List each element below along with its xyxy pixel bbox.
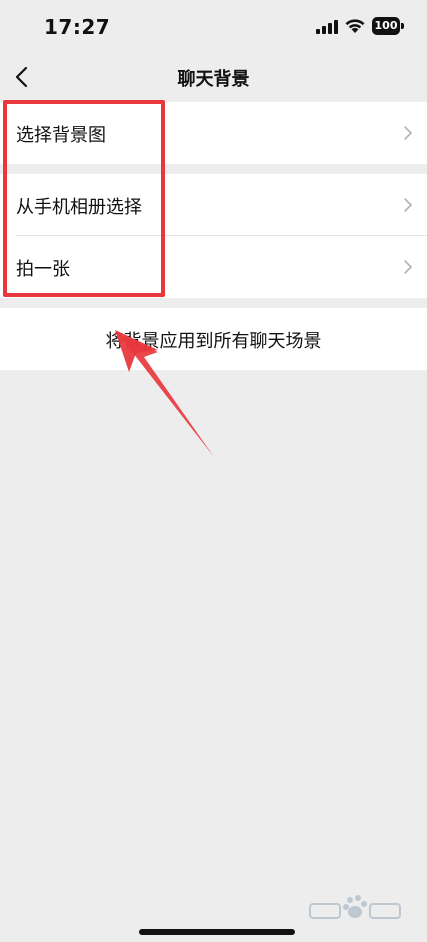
apply-to-all-chats-button[interactable]: 将背景应用到所有聊天场景 — [0, 308, 427, 370]
baidu-jingyan-logo — [309, 895, 401, 919]
status-bar: 17:27 100 — [0, 0, 427, 54]
apply-to-all-chats-label: 将背景应用到所有聊天场景 — [105, 331, 322, 352]
nav-bar: 聊天背景 — [0, 54, 427, 100]
chevron-right-icon — [404, 198, 412, 212]
settings-group: 将背景应用到所有聊天场景 — [0, 308, 427, 370]
status-time: 17:27 — [44, 15, 111, 39]
battery-level: 100 — [372, 17, 400, 35]
signal-icon — [316, 20, 338, 34]
chat-background-screen: 17:27 100 聊天背景 选择背景图 从手机相册选择 拍一张 将背景应用到所… — [0, 0, 427, 942]
chevron-right-icon — [404, 126, 412, 140]
battery-icon: 100 — [372, 17, 404, 35]
page-title: 聊天背景 — [177, 69, 250, 90]
chevron-right-icon — [404, 260, 412, 274]
highlight-box-annotation — [3, 100, 165, 297]
wifi-icon — [345, 19, 365, 33]
battery-tip — [401, 23, 404, 29]
home-indicator[interactable] — [139, 929, 295, 935]
